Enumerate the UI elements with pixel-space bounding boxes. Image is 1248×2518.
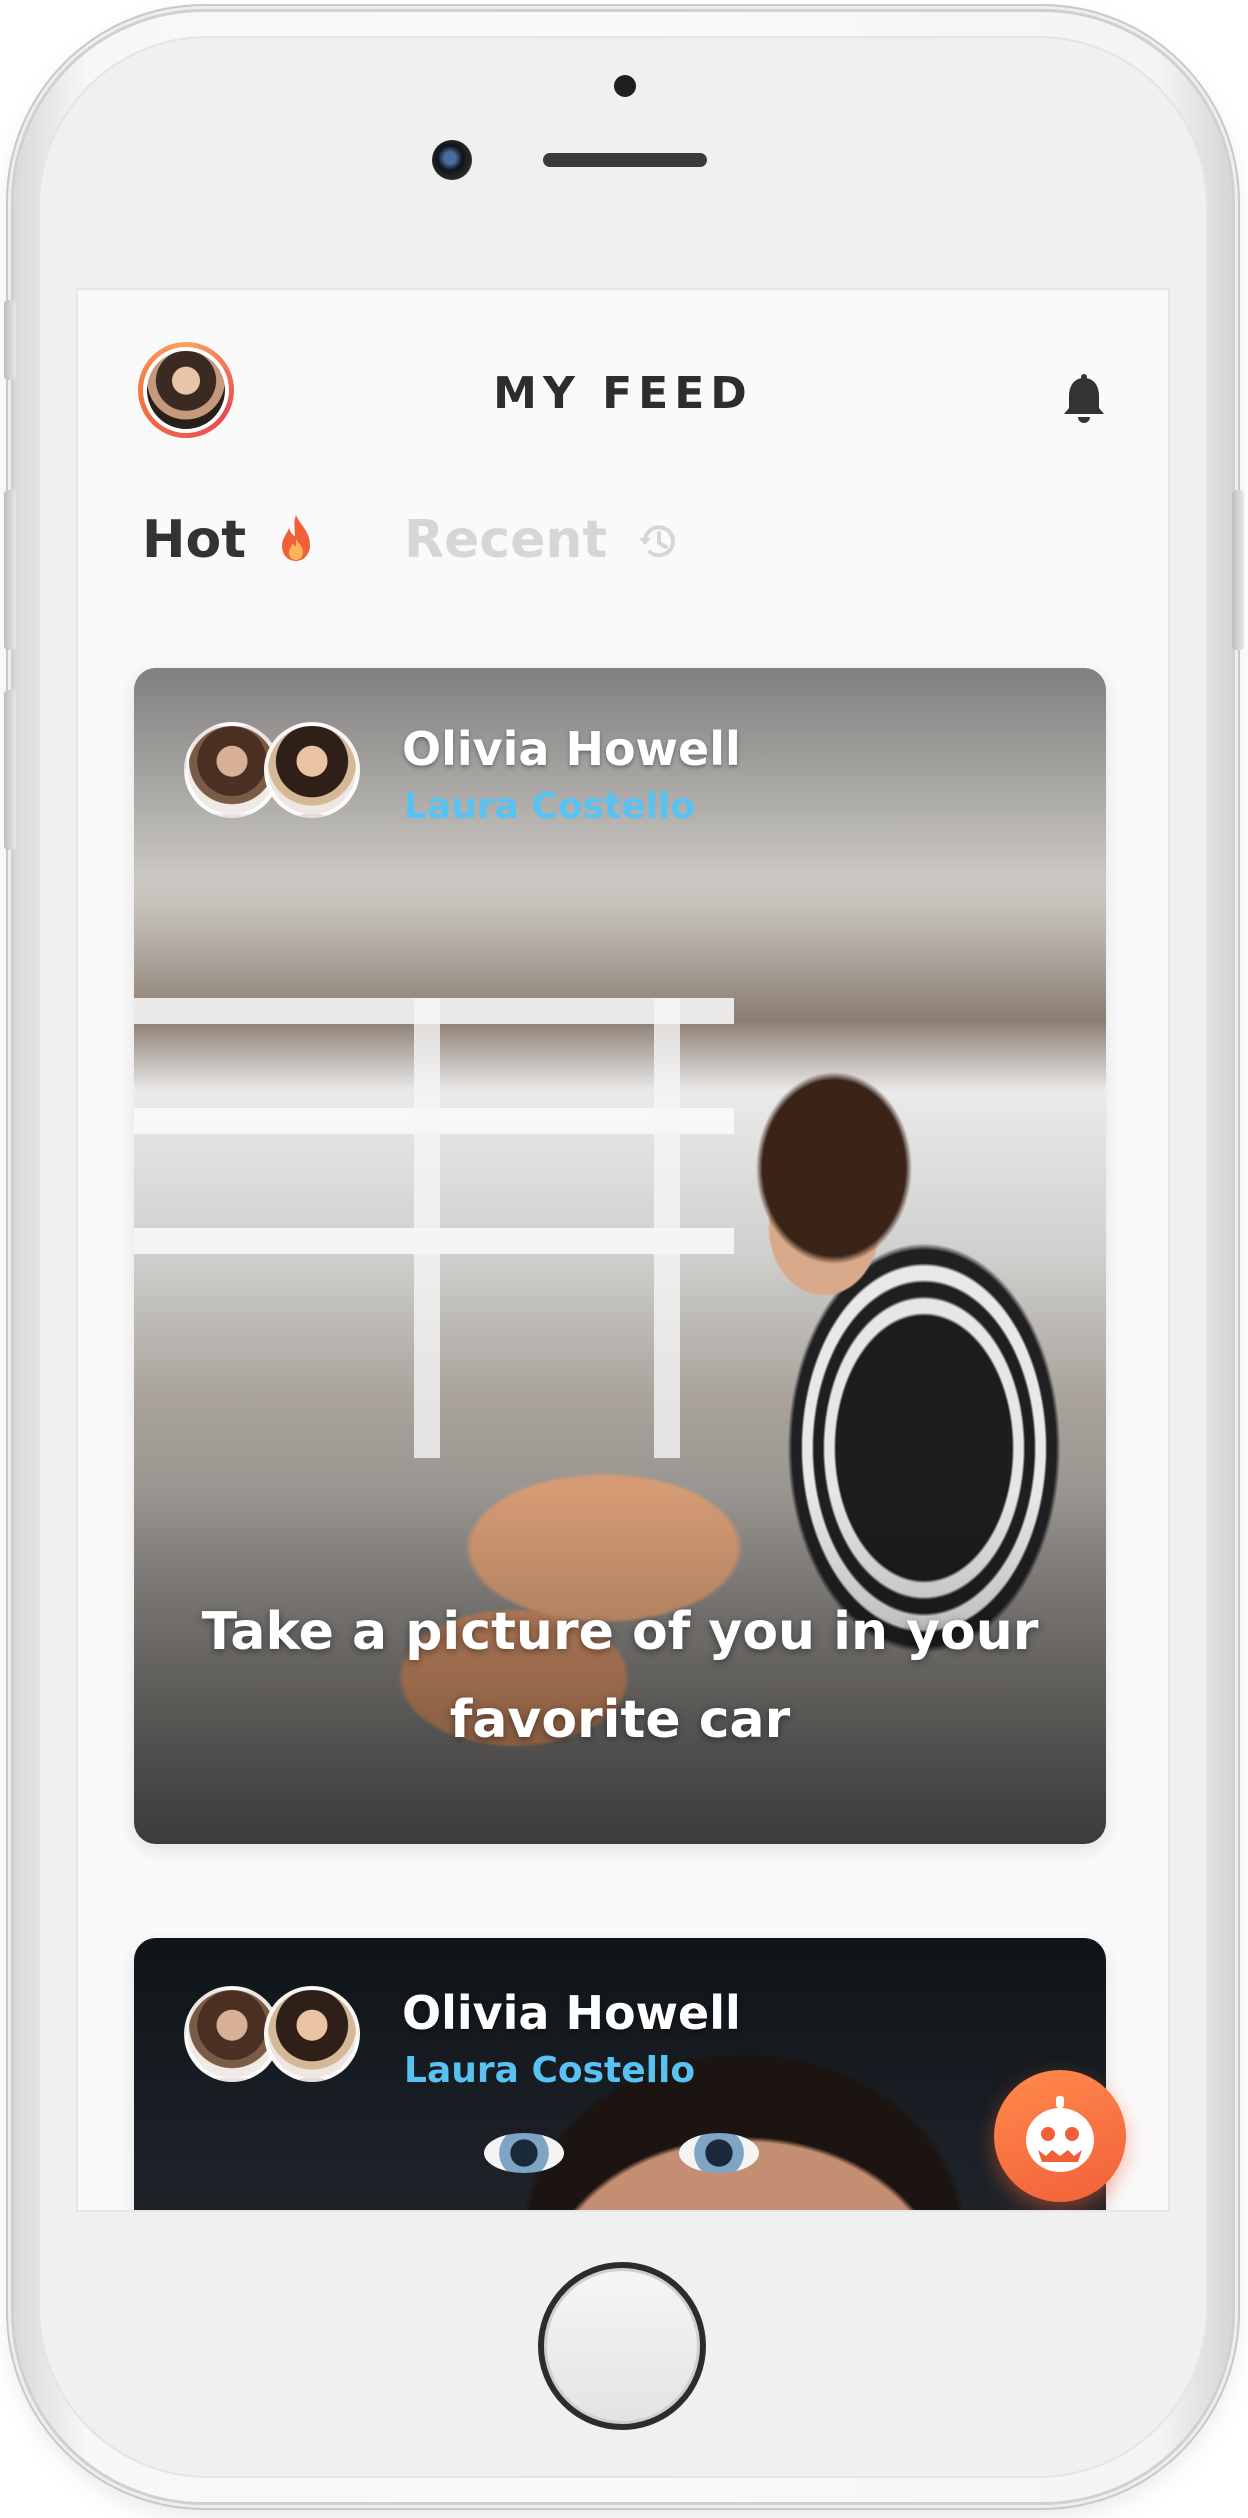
flame-icon: [282, 515, 311, 561]
home-button[interactable]: [538, 2262, 706, 2430]
tab-hot[interactable]: Hot: [142, 510, 316, 570]
challenge-caption: Take a picture of you in your favorite c…: [201, 1602, 1039, 1750]
pumpkin-mascot-icon: [1026, 2096, 1094, 2172]
feed-card[interactable]: Olivia Howell Laura Costello: [134, 1938, 1106, 2210]
tab-label: Hot: [142, 510, 247, 570]
page-title: MY FEED: [493, 368, 753, 419]
feed-card[interactable]: Olivia Howell Laura Costello Take a pict…: [134, 668, 1106, 1844]
photo-eye: [484, 2133, 564, 2173]
author-name[interactable]: Olivia Howell: [402, 1986, 741, 2040]
tagged-user-link[interactable]: Laura Costello: [404, 2050, 695, 2091]
power-button: [1232, 490, 1244, 650]
volume-down-button: [4, 690, 16, 850]
front-camera: [432, 140, 472, 180]
app-header: MY FEED: [78, 290, 1168, 460]
author-name[interactable]: Olivia Howell: [402, 722, 741, 776]
bell-icon[interactable]: [1060, 374, 1108, 426]
tab-label: Recent: [404, 510, 608, 570]
avatar[interactable]: [264, 722, 360, 818]
app-screen: MY FEED Hot Recent Olivia Howell Laura C…: [78, 290, 1168, 2210]
avatar[interactable]: [264, 1986, 360, 2082]
tab-recent[interactable]: Recent: [404, 510, 679, 570]
photo-eye: [679, 2133, 759, 2173]
proximity-sensor: [614, 75, 636, 97]
tagged-user-link[interactable]: Laura Costello: [404, 786, 695, 827]
camera-action-button[interactable]: [994, 2070, 1126, 2202]
earpiece-speaker: [543, 153, 707, 167]
history-icon: [639, 525, 676, 558]
volume-up-button: [4, 490, 16, 650]
mute-switch: [4, 300, 16, 380]
